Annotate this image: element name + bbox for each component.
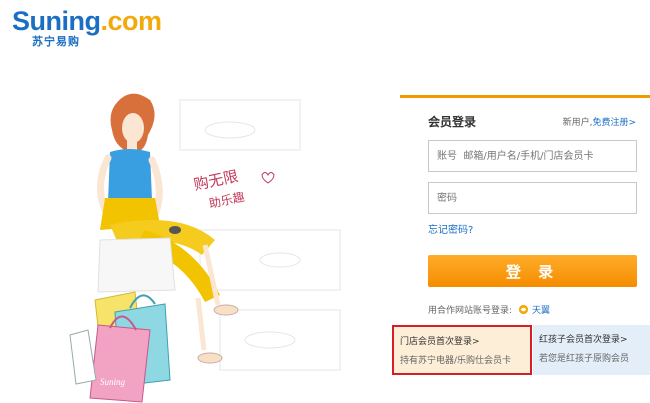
store-member-first-login[interactable]: 门店会员首次登录> 持有苏宁电器/乐购仕会员卡	[392, 325, 532, 375]
shopping-bags: Suning	[69, 278, 171, 403]
promo-illustration: Suning 购无限 助乐趣	[69, 93, 341, 403]
logo-wordmark: Suning.com	[12, 6, 162, 36]
redchild-member-link[interactable]: 红孩子会员首次登录>	[539, 335, 628, 345]
store-member-link[interactable]: 门店会员首次登录>	[400, 337, 480, 347]
face	[122, 113, 144, 143]
partner-login-label: 用合作网站账号登录:	[428, 306, 513, 316]
bag-label: Suning	[100, 377, 126, 387]
logo-word-part1: Suning	[12, 6, 101, 36]
login-button[interactable]: 登 录	[428, 255, 637, 287]
tianyi-login-link[interactable]: 天翼	[518, 303, 550, 316]
heart-icon	[261, 172, 275, 184]
redchild-member-first-login[interactable]: 红孩子会员首次登录> 若您是红孩子原购会员	[533, 325, 650, 375]
forgot-password-link[interactable]: 忘记密码?	[428, 221, 473, 236]
tianyi-icon	[518, 304, 529, 315]
partner-login: 用合作网站账号登录: 天翼	[428, 303, 550, 316]
slogan-line2: 助乐趣	[208, 189, 246, 211]
register-prompt: 新用户,	[562, 118, 593, 128]
login-title: 会员登录	[428, 115, 477, 129]
register-hint: 新用户,免费注册>	[563, 115, 636, 128]
logo-word-part2: .com	[100, 6, 162, 36]
redchild-member-desc: 若您是红孩子原购会员	[539, 354, 630, 364]
shoe-left	[213, 304, 239, 316]
store-member-desc: 持有苏宁电器/乐购仕会员卡	[400, 356, 512, 366]
blue-top	[108, 149, 152, 202]
logo-subtitle: 苏宁易购	[32, 35, 80, 48]
password-input[interactable]	[429, 183, 636, 213]
suning-logo[interactable]: Suning.com 苏宁易购	[12, 6, 162, 48]
tianyi-label: 天翼	[532, 306, 551, 316]
shoe-right	[197, 352, 223, 364]
username-field[interactable]	[428, 140, 637, 172]
username-input[interactable]	[429, 141, 636, 171]
register-link[interactable]: 免费注册>	[592, 118, 636, 128]
password-field[interactable]	[428, 182, 637, 214]
slogan-line1: 购无限	[192, 167, 240, 194]
